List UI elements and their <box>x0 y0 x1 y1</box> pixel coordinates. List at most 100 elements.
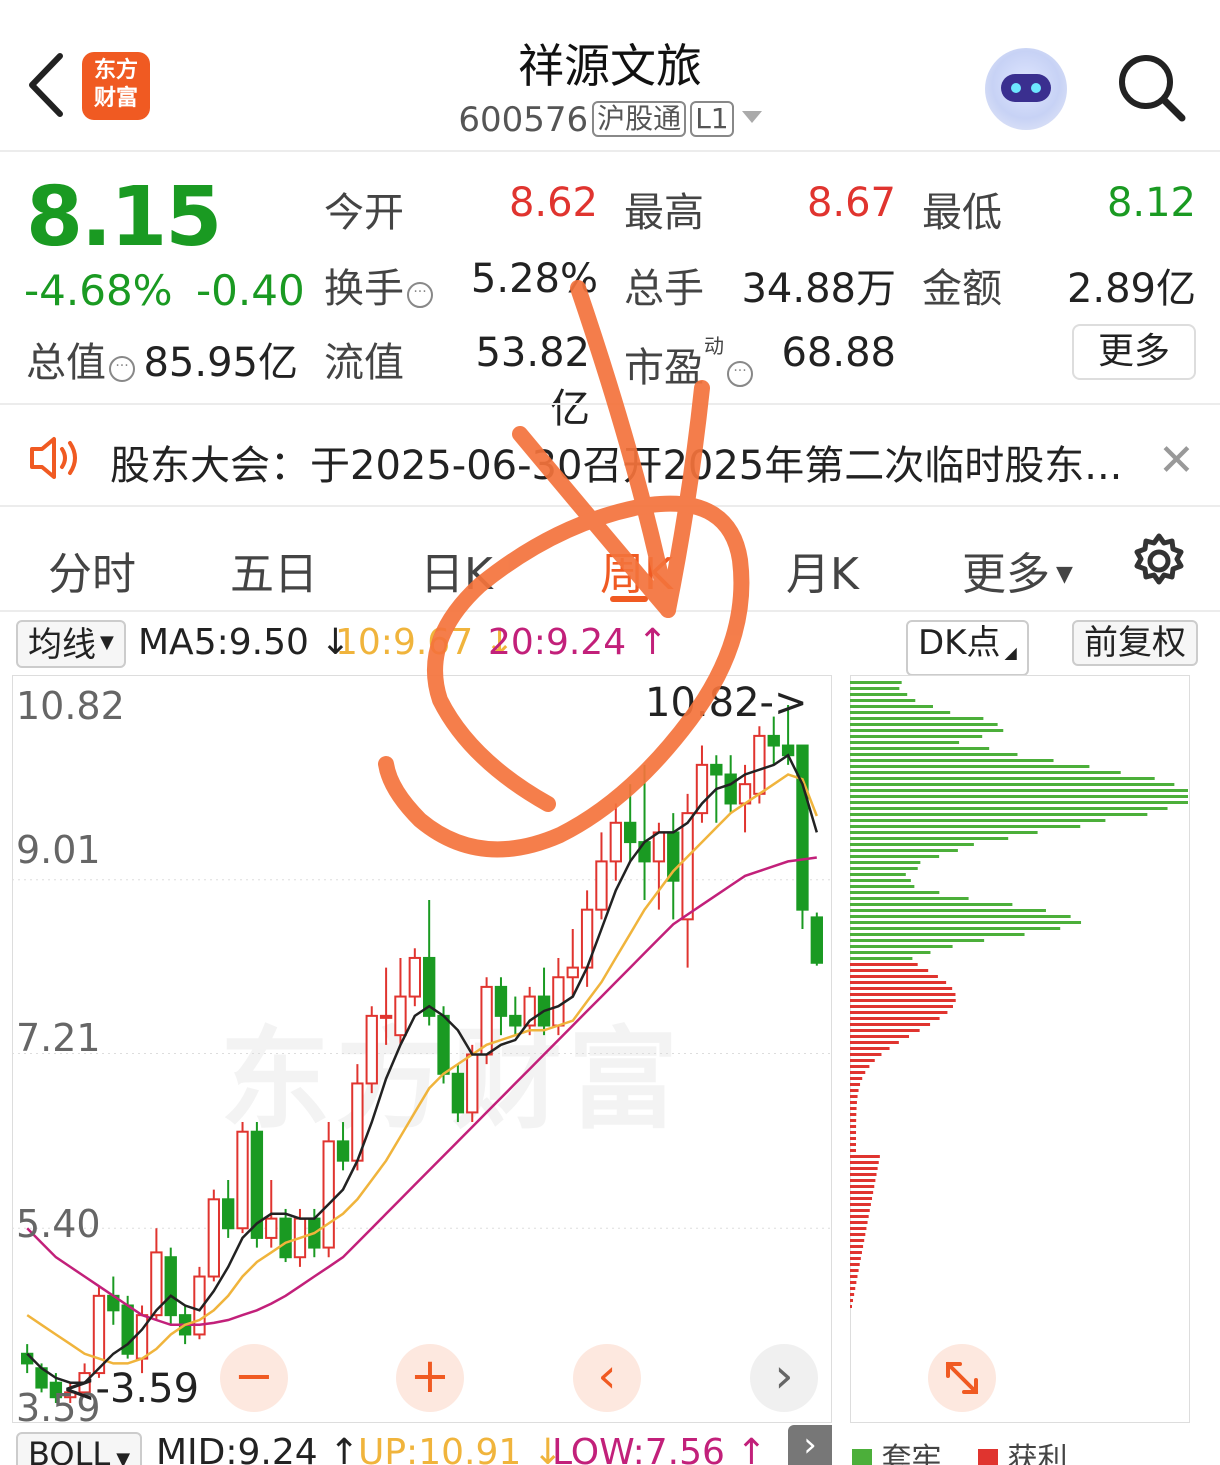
turnover-label: 换手 ··· <box>324 256 433 314</box>
chip-bar <box>850 783 1174 786</box>
chip-bar <box>850 993 955 996</box>
chip-distribution-svg <box>850 675 1190 1423</box>
y-tick-label: 9.01 <box>16 828 101 872</box>
chip-bar <box>850 861 920 864</box>
chip-bar <box>850 909 1046 912</box>
candle <box>367 1006 377 1093</box>
tab-daily-k[interactable]: 日K <box>420 538 493 602</box>
boll-mid: MID:9.24 ↑ <box>156 1432 359 1465</box>
chip-bar <box>850 825 1080 828</box>
search-icon[interactable] <box>1116 52 1186 122</box>
chip-bar <box>850 1137 856 1140</box>
boll-row: BOLL ▼ MID:9.24 ↑ UP:10.91 ↓ LOW:7.56 ↑ 套… <box>0 1428 1220 1465</box>
chip-bar <box>850 1029 920 1032</box>
chip-bar <box>850 1245 863 1248</box>
candle <box>223 1180 233 1238</box>
chip-bar <box>850 1299 853 1302</box>
chip-bar <box>850 831 1038 834</box>
y-tick-label: 5.40 <box>16 1202 101 1246</box>
expand-icon[interactable] <box>928 1344 996 1412</box>
chip-bar <box>850 1005 953 1008</box>
info-icon[interactable]: ··· <box>109 356 135 382</box>
candle <box>209 1190 219 1282</box>
amount-value: 2.89亿 <box>1040 256 1196 314</box>
chip-bar <box>850 1287 855 1290</box>
tab-more[interactable]: 更多 ▼ <box>962 538 1073 602</box>
chip-bar <box>850 1155 880 1158</box>
chip-bar <box>850 1101 857 1104</box>
chip-bar <box>850 891 939 894</box>
info-icon[interactable]: ··· <box>727 361 753 387</box>
tab-weekly-k[interactable]: 周K <box>600 538 673 602</box>
chip-bar <box>850 789 1188 792</box>
candle <box>237 1122 247 1233</box>
chip-bar <box>850 855 939 858</box>
chip-bar <box>850 759 1054 762</box>
chip-bar <box>850 885 914 888</box>
chip-bar <box>850 1077 862 1080</box>
candle <box>166 1248 176 1325</box>
tab-monthly-k[interactable]: 月K <box>786 538 859 602</box>
candle <box>324 1122 334 1257</box>
zoom-in-button[interactable]: + <box>396 1344 464 1412</box>
assistant-robot-icon[interactable] <box>985 48 1067 130</box>
chip-bar <box>850 1305 852 1308</box>
ma5-line <box>27 755 817 1382</box>
chip-bar <box>850 1131 856 1134</box>
chip-bar <box>850 741 959 744</box>
indicator-select[interactable]: 均线 ▼ <box>16 620 126 668</box>
change-amount: -0.40 <box>196 266 305 315</box>
chip-bar <box>850 699 915 702</box>
chip-bar <box>850 963 918 966</box>
open-label: 今开 <box>324 180 404 238</box>
chip-bar <box>850 687 899 690</box>
candle <box>568 929 578 997</box>
chip-bar <box>850 1209 870 1212</box>
chip-bar <box>850 987 952 990</box>
legend-trap: 套牢 <box>852 1434 942 1465</box>
caret-down-icon[interactable] <box>742 111 762 123</box>
high-value: 8.67 <box>760 180 896 226</box>
candle <box>453 1064 463 1122</box>
boll-select[interactable]: BOLL ▼ <box>16 1432 142 1465</box>
chip-bar <box>850 1161 879 1164</box>
chip-bar <box>850 879 911 882</box>
chevron-right-icon[interactable]: › <box>788 1425 832 1465</box>
float-cap-label: 流值 <box>324 330 404 388</box>
chip-bar <box>850 705 933 708</box>
last-price: 8.15 <box>26 170 220 265</box>
more-button[interactable]: 更多 <box>1072 324 1196 380</box>
candle <box>338 1122 348 1170</box>
chip-bar <box>850 1191 873 1194</box>
candle <box>410 948 420 1006</box>
dk-point-button[interactable]: DK点 ◢ <box>906 620 1029 676</box>
candle <box>510 997 520 1036</box>
chip-bar <box>850 1281 856 1284</box>
announcement-text[interactable]: 股东大会：于2025-06-30召开2025年第二次临时股东... <box>110 433 1122 491</box>
pan-left-button[interactable]: ‹ <box>573 1344 641 1412</box>
y-tick-label: 7.21 <box>16 1016 101 1060</box>
chip-bar <box>850 1059 875 1062</box>
tab-five-day[interactable]: 五日 <box>230 538 318 602</box>
chip-bar <box>850 765 1089 768</box>
info-icon[interactable]: ··· <box>407 282 433 308</box>
pan-right-button[interactable]: › <box>750 1344 818 1412</box>
close-icon[interactable]: ✕ <box>1158 435 1195 486</box>
chip-bar <box>850 1185 874 1188</box>
gear-icon[interactable] <box>1130 532 1188 590</box>
indicator-row: 均线 ▼ MA5:9.50 ↓ 10:9.67 ↓ 20:9.24 ↑ DK点 ◢ … <box>0 618 1220 670</box>
chip-bar <box>850 747 989 750</box>
chip-bar <box>850 771 1121 774</box>
chip-bar <box>850 1071 865 1074</box>
chip-bar <box>850 813 1147 816</box>
zoom-out-button[interactable]: − <box>220 1344 288 1412</box>
tab-intraday[interactable]: 分时 <box>48 538 136 602</box>
ma5-value: MA5:9.50 ↓ <box>138 622 351 663</box>
chip-bar <box>850 1047 890 1050</box>
chip-bar <box>850 915 1071 918</box>
chip-bar <box>850 867 918 870</box>
chip-bar <box>850 921 1081 924</box>
chip-bar <box>850 1173 877 1176</box>
adjust-button[interactable]: 前复权 <box>1072 620 1198 666</box>
announcement-bar[interactable]: 股东大会：于2025-06-30召开2025年第二次临时股东... ✕ <box>0 403 1220 507</box>
